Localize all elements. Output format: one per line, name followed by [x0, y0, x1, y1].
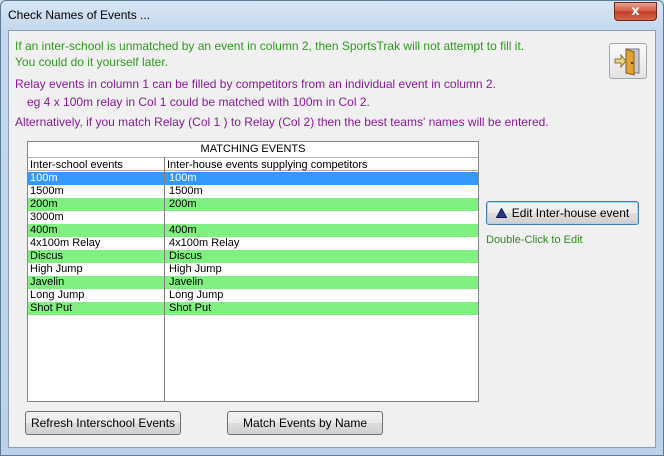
table-row[interactable]: Long Jump Long Jump [28, 289, 478, 302]
cell-interhouse-event: Discus [169, 250, 203, 262]
cell-interschool-event: 200m [30, 198, 58, 210]
cell-interschool-event: Long Jump [30, 289, 85, 301]
cell-interschool-event: Discus [30, 250, 64, 262]
cell-interhouse-event: 1500m [169, 185, 203, 197]
matching-events-grid[interactable]: MATCHING EVENTS Inter-school events Inte… [27, 141, 479, 402]
cell-interschool-event: High Jump [30, 263, 83, 275]
cell-interhouse-event: High Jump [169, 263, 222, 275]
table-row[interactable]: 1500m 1500m [28, 185, 478, 198]
column-divider [164, 157, 165, 401]
column-header-interhouse[interactable]: Inter-house events supplying competitors [165, 157, 478, 171]
table-row[interactable]: Javelin Javelin [28, 276, 478, 289]
table-row[interactable]: High Jump High Jump [28, 263, 478, 276]
edit-interhouse-event-button[interactable]: Edit Inter-house event [486, 201, 639, 225]
column-header-interschool[interactable]: Inter-school events [28, 157, 165, 171]
table-row[interactable]: 4x100m Relay 4x100m Relay [28, 237, 478, 250]
title-bar[interactable]: Check Names of Events ... x [1, 1, 663, 31]
table-row[interactable]: Discus Discus [28, 250, 478, 263]
info-line-2: You could do it yourself later. [15, 55, 168, 69]
cell-interschool-event: Shot Put [30, 302, 73, 314]
cell-interschool-event: 400m [30, 224, 58, 236]
edit-button-label: Edit Inter-house event [511, 206, 630, 220]
cell-interschool-event: 1500m [30, 185, 64, 197]
cell-interschool-event: 3000m [30, 211, 64, 223]
dialog-window: Check Names of Events ... x If an inter-… [0, 0, 664, 456]
table-row[interactable]: 400m 400m [28, 224, 478, 237]
triangle-up-icon [495, 207, 507, 218]
table-row[interactable]: 200m 200m [28, 198, 478, 211]
grid-title: MATCHING EVENTS [200, 143, 306, 155]
match-events-by-name-button[interactable]: Match Events by Name [227, 411, 383, 435]
info-line-4: eg 4 x 100m relay in Col 1 could be matc… [27, 95, 370, 109]
table-row[interactable]: 3000m [28, 211, 478, 224]
cell-interschool-event: 100m [30, 172, 58, 184]
close-icon: x [631, 4, 640, 19]
cell-interhouse-event: Shot Put [169, 302, 212, 314]
table-row[interactable]: Shot Put Shot Put [28, 302, 478, 315]
match-button-label: Match Events by Name [242, 416, 368, 430]
exit-button[interactable] [609, 43, 647, 79]
cell-interschool-event: Javelin [30, 276, 65, 288]
cell-interschool-event: 4x100m Relay [30, 237, 101, 249]
cell-interhouse-event: 100m [169, 172, 197, 184]
refresh-interschool-events-button[interactable]: Refresh Interschool Events [25, 411, 181, 435]
cell-interhouse-event: 4x100m Relay [169, 237, 240, 249]
cell-interhouse-event: Long Jump [169, 289, 224, 301]
info-line-3: Relay events in column 1 can be filled b… [15, 77, 496, 91]
cell-interhouse-event: Javelin [169, 276, 204, 288]
double-click-hint: Double-Click to Edit [486, 234, 583, 246]
cell-interhouse-event: 200m [169, 198, 197, 210]
refresh-button-label: Refresh Interschool Events [30, 416, 176, 430]
exit-door-icon [614, 48, 640, 76]
dialog-body: If an inter-school is unmatched by an ev… [8, 30, 656, 448]
cell-interhouse-event: 400m [169, 224, 197, 236]
window-title: Check Names of Events ... [8, 8, 151, 22]
table-row[interactable]: 100m 100m [28, 172, 478, 185]
close-button[interactable]: x [614, 2, 657, 21]
info-line-1: If an inter-school is unmatched by an ev… [15, 39, 525, 53]
grid-rows: 100m 100m 1500m 1500m 200m 200m 3000m 400m 400m 4… [28, 172, 478, 315]
info-line-5: Alternatively, if you match Relay (Col 1… [15, 115, 549, 129]
